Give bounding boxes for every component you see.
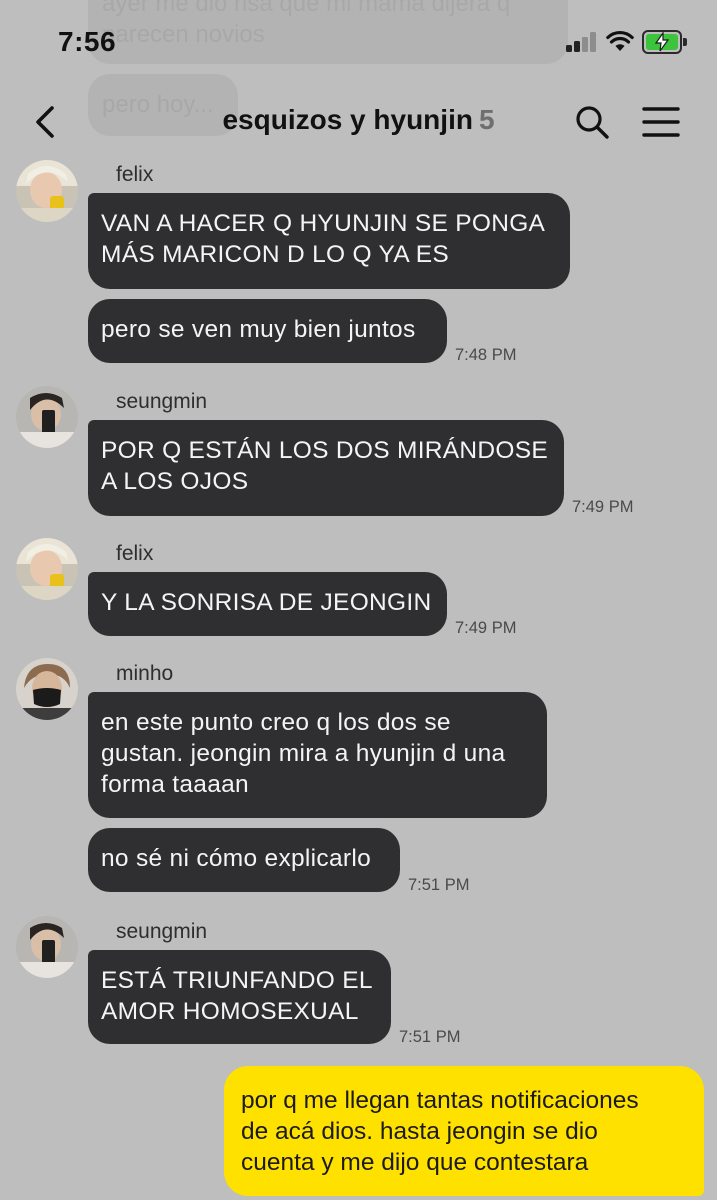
sender-name: felix	[116, 542, 154, 565]
message-timestamp: 7:51 PM	[408, 876, 470, 894]
sender-name: seungmin	[116, 390, 208, 413]
seungmin-avatar[interactable]	[16, 386, 78, 448]
minho-avatar[interactable]	[16, 658, 78, 720]
message-bubble[interactable]: POR Q ESTÁN LOS DOS MIRÁNDOSE A LOS OJOS	[88, 420, 564, 516]
status-time: 7:56	[58, 26, 117, 57]
back-chevron-icon[interactable]	[30, 102, 60, 142]
sender-name: seungmin	[116, 920, 208, 943]
search-icon[interactable]	[574, 104, 610, 140]
sender-name: minho	[116, 662, 174, 685]
previous-message-bubble: ayer me dio risa que mi mamá dijera q pa…	[88, 0, 568, 64]
message-timestamp: 7:48 PM	[455, 346, 517, 364]
message-timestamp: 7:49 PM	[455, 619, 517, 637]
sender-name: felix	[116, 163, 154, 186]
chat-name: esquizos y hyunjin	[222, 104, 473, 135]
message-bubble[interactable]: pero se ven muy bien juntos	[88, 299, 447, 363]
chat-title: esquizos y hyunjin 5	[150, 104, 567, 136]
message-bubble[interactable]: no sé ni cómo explicarlo	[88, 828, 400, 892]
message-timestamp: 7:49 PM	[572, 498, 634, 516]
message-bubble[interactable]: VAN A HACER Q HYUNJIN SE PONGA MÁS MARIC…	[88, 193, 570, 289]
battery-charging-icon	[642, 30, 688, 54]
wifi-icon	[606, 30, 634, 51]
message-bubble[interactable]: Y LA SONRISA DE JEONGIN	[88, 572, 447, 636]
previous-message-text: ayer me dio risa que mi mamá dijera q pa…	[102, 0, 511, 48]
felix-avatar[interactable]	[16, 160, 78, 222]
hamburger-menu-icon[interactable]	[642, 106, 680, 138]
outgoing-message-bubble[interactable]: por q me llegan tantas notificaciones de…	[224, 1066, 704, 1196]
felix-avatar[interactable]	[16, 538, 78, 600]
message-bubble[interactable]: ESTÁ TRIUNFANDO EL AMOR HOMOSEXUAL	[88, 950, 391, 1044]
member-count: 5	[478, 104, 495, 135]
seungmin-avatar[interactable]	[16, 916, 78, 978]
message-timestamp: 7:51 PM	[399, 1028, 461, 1046]
cellular-signal-icon	[566, 30, 598, 52]
message-bubble[interactable]: en este punto creo q los dos se gustan. …	[88, 692, 547, 818]
